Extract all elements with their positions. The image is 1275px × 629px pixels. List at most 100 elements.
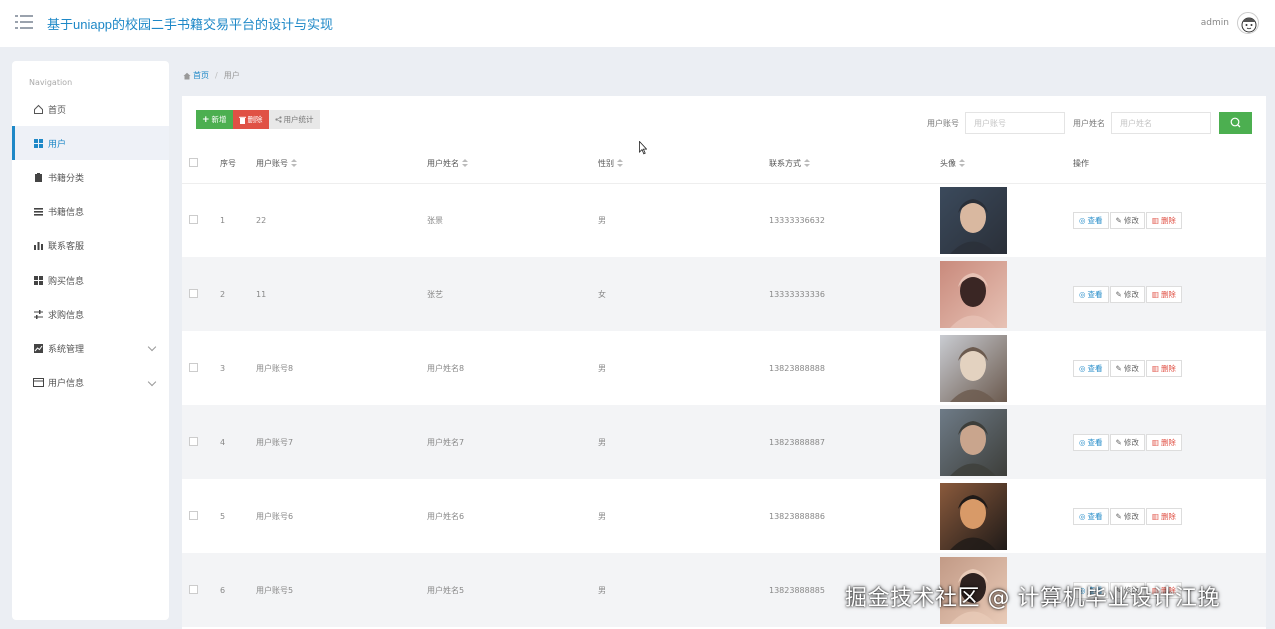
column-header-account[interactable]: 用户账号 <box>256 144 427 184</box>
sidebar-item-request-info[interactable]: 求购信息 <box>12 297 169 331</box>
row-delete-button-label: 删除 <box>1160 289 1176 299</box>
row-select-cell <box>182 331 220 405</box>
sidebar-item-user-info[interactable]: 用户信息 <box>12 366 169 400</box>
add-button[interactable]: + 新增 <box>196 110 233 129</box>
cell-phone: 13823888886 <box>769 511 825 521</box>
table-row: 4 用户账号7 用户姓名7 男 13823888887 ◎ 查看 ✎ 修改 ▥ 删除 <box>182 405 1266 479</box>
breadcrumb-home[interactable]: 首页 <box>193 70 209 81</box>
user-photo[interactable] <box>940 334 1007 402</box>
top-bar: 基于uniapp的校园二手书籍交易平台的设计与实现 admin <box>0 0 1275 47</box>
row-delete-button[interactable]: ▥ 删除 <box>1145 285 1182 303</box>
menu-toggle-icon[interactable] <box>15 15 33 29</box>
mouse-cursor-icon <box>639 141 647 155</box>
sort-icon[interactable] <box>291 158 297 167</box>
row-checkbox[interactable] <box>189 214 198 224</box>
edit-icon: ✎ <box>1115 363 1122 373</box>
sidebar-item-book-category[interactable]: 书籍分类 <box>12 160 169 194</box>
user-photo[interactable] <box>940 260 1007 328</box>
row-delete-button[interactable]: ▥ 删除 <box>1145 359 1182 377</box>
sort-icon[interactable] <box>462 158 468 167</box>
view-button[interactable]: ◎ 查看 <box>1073 433 1109 451</box>
sidebar-item-home[interactable]: 首页 <box>12 92 169 126</box>
name-search-input[interactable] <box>1111 112 1211 134</box>
sidebar-item-system-management[interactable]: 系统管理 <box>12 331 169 365</box>
edit-button[interactable]: ✎ 修改 <box>1109 211 1145 229</box>
row-checkbox[interactable] <box>189 362 198 372</box>
edit-button[interactable]: ✎ 修改 <box>1109 433 1145 451</box>
user-stats-button[interactable]: 用户统计 <box>268 110 320 129</box>
cell-name: 用户姓名5 <box>427 553 598 627</box>
edit-button[interactable]: ✎ 修改 <box>1109 507 1145 525</box>
row-checkbox[interactable] <box>189 510 198 520</box>
row-checkbox[interactable] <box>189 288 198 298</box>
view-button[interactable]: ◎ 查看 <box>1073 285 1109 303</box>
bar-chart-icon <box>33 240 44 251</box>
row-select-cell <box>182 553 220 627</box>
column-header-label: 性别 <box>598 158 614 168</box>
grid-icon <box>33 138 44 149</box>
sort-icon[interactable] <box>617 158 623 167</box>
sidebar-item-users[interactable]: 用户 <box>12 126 169 161</box>
view-button[interactable]: ◎ 查看 <box>1073 359 1109 377</box>
delete-button[interactable]: 删除 <box>232 110 269 129</box>
cell-account: 用户账号5 <box>256 553 427 627</box>
column-header-gender[interactable]: 性别 <box>598 144 769 184</box>
row-delete-button[interactable]: ▥ 删除 <box>1145 211 1182 229</box>
row-checkbox[interactable] <box>189 436 198 446</box>
user-photo[interactable] <box>940 186 1007 254</box>
sidebar-item-label: 系统管理 <box>48 344 85 355</box>
select-all-checkbox[interactable] <box>189 157 198 167</box>
view-button-label: 查看 <box>1087 363 1103 373</box>
cell-gender: 男 <box>598 363 606 373</box>
column-header-label: 头像 <box>940 158 956 168</box>
row-delete-button[interactable]: ▥ 删除 <box>1145 433 1182 451</box>
edit-button[interactable]: ✎ 修改 <box>1109 285 1145 303</box>
trash-icon: ▥ <box>1151 215 1159 225</box>
view-button[interactable]: ◎ 查看 <box>1073 507 1109 525</box>
column-header-phone[interactable]: 联系方式 <box>769 144 940 184</box>
user-name[interactable]: admin <box>1201 18 1229 28</box>
view-button[interactable]: ◎ 查看 <box>1073 211 1109 229</box>
watermark: 掘金技术社区 @ 计算机毕业设计江挽 <box>845 586 1220 611</box>
list-icon <box>33 206 44 217</box>
sidebar-item-label: 用户 <box>48 139 67 150</box>
sort-icon[interactable] <box>959 158 965 167</box>
column-header-name[interactable]: 用户姓名 <box>427 144 598 184</box>
cell-phone: 13333333336 <box>769 257 940 331</box>
row-checkbox[interactable] <box>189 584 198 594</box>
column-header-avatar[interactable]: 头像 <box>940 144 1073 184</box>
sidebar-item-book-info[interactable]: 书籍信息 <box>12 195 169 229</box>
cell-avatar <box>940 183 1073 257</box>
avatar-icon <box>1241 17 1257 33</box>
table-row: 2 11 张艺女 13333333336 ◎ 查看 ✎ 修改 ▥ 删除 <box>182 257 1266 331</box>
account-search-input[interactable] <box>965 112 1065 134</box>
user-menu[interactable]: admin <box>1201 12 1259 34</box>
delete-button-label: 删除 <box>247 115 263 124</box>
row-delete-button[interactable]: ▥ 删除 <box>1145 507 1182 525</box>
column-header-label: 用户账号 <box>256 158 288 168</box>
user-photo[interactable] <box>940 408 1007 476</box>
user-stats-button-label: 用户统计 <box>283 115 314 124</box>
grid-icon <box>33 275 44 286</box>
cell-index: 1 <box>220 215 226 225</box>
search-button[interactable] <box>1219 112 1252 134</box>
edit-button[interactable]: ✎ 修改 <box>1109 359 1145 377</box>
table-row: 5 用户账号6 用户姓名6 男 13823888886 ◎ 查看 ✎ 修改 ▥ 删除 <box>182 479 1266 553</box>
avatar[interactable] <box>1237 12 1259 34</box>
sort-icon[interactable] <box>804 158 810 167</box>
sidebar-item-contact-service[interactable]: 联系客服 <box>12 229 169 263</box>
card-icon <box>33 377 44 388</box>
breadcrumb-separator: / <box>215 71 218 80</box>
row-delete-button-label: 删除 <box>1160 215 1176 225</box>
home-icon <box>183 72 191 79</box>
column-header-label: 用户姓名 <box>427 158 459 168</box>
edit-button-label: 修改 <box>1123 363 1139 373</box>
plus-icon: + <box>202 114 210 125</box>
cell-actions: ◎ 查看 ✎ 修改 ▥ 删除 <box>1073 405 1266 479</box>
user-photo[interactable] <box>940 482 1007 550</box>
sidebar-item-purchase-info[interactable]: 购买信息 <box>12 263 169 297</box>
sidebar-item-label: 求购信息 <box>48 310 85 321</box>
site-title: 基于uniapp的校园二手书籍交易平台的设计与实现 <box>47 17 334 32</box>
cell-gender: 男 <box>598 511 606 521</box>
row-select-cell <box>182 183 220 257</box>
